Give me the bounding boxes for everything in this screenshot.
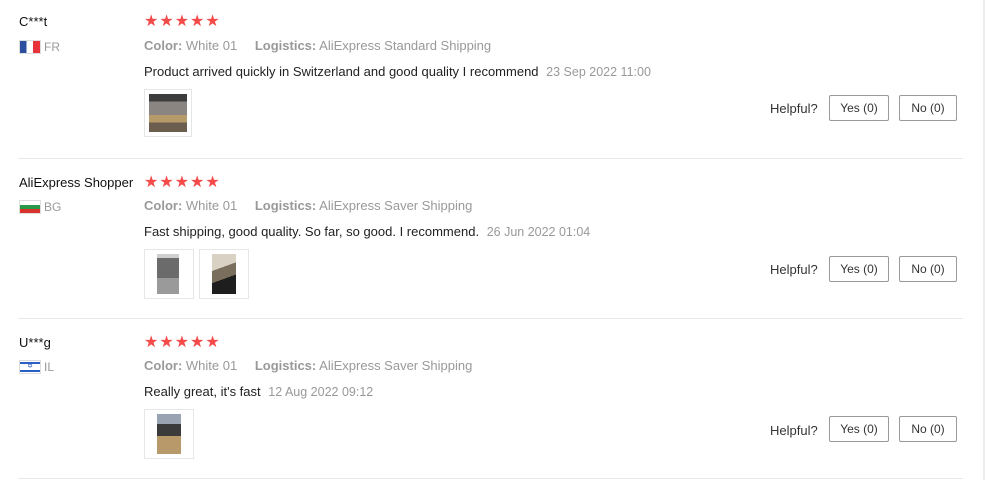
- logistics-label: Logistics:: [254, 358, 317, 373]
- reviewer-country: FR: [19, 40, 60, 54]
- logistics-label: Logistics:: [254, 38, 317, 53]
- reviewer-country: BG: [19, 200, 61, 214]
- country-code: FR: [44, 40, 60, 54]
- review-item: C***t FR ★★★★★ Color: White 01 Logistics…: [0, 0, 963, 159]
- bulgaria-flag-icon: [19, 200, 41, 214]
- helpful-yes-button[interactable]: Yes (0): [829, 416, 889, 442]
- star-rating: ★★★★★: [144, 13, 221, 30]
- review-content: Fast shipping, good quality. So far, so …: [144, 224, 480, 239]
- color-label: Color:: [144, 198, 183, 213]
- color-value: White 01: [185, 198, 238, 213]
- helpful-no-button[interactable]: No (0): [899, 95, 957, 121]
- helpful-no-button[interactable]: No (0): [899, 416, 957, 442]
- israel-flag-icon: ✡: [19, 360, 41, 374]
- country-code: IL: [44, 360, 55, 374]
- review-item: U***g ✡ IL ★★★★★ Color: White 01 Logisti…: [0, 320, 963, 479]
- reviewer-country: ✡ IL: [19, 360, 54, 374]
- helpful-label: Helpful?: [770, 262, 818, 277]
- review-content: Product arrived quickly in Switzerland a…: [144, 64, 539, 79]
- logistics-label: Logistics:: [254, 198, 317, 213]
- review-item: AliExpress Shopper BG ★★★★★ Color: White…: [0, 160, 963, 319]
- review-date: 23 Sep 2022 11:00: [546, 65, 651, 79]
- france-flag-icon: [19, 40, 41, 54]
- color-value: White 01: [185, 358, 238, 373]
- review-text: Product arrived quickly in Switzerland a…: [144, 64, 651, 79]
- review-sku-info: Color: White 01 Logistics: AliExpress Sa…: [144, 198, 472, 213]
- color-value: White 01: [185, 38, 238, 53]
- star-rating: ★★★★★: [144, 334, 221, 351]
- review-date: 26 Jun 2022 01:04: [486, 225, 591, 239]
- helpful-yes-button[interactable]: Yes (0): [829, 256, 889, 282]
- country-code: BG: [44, 200, 62, 214]
- logistics-value: AliExpress Standard Shipping: [319, 38, 492, 53]
- review-text: Really great, it's fast 12 Aug 2022 09:1…: [144, 384, 373, 399]
- logistics-value: AliExpress Saver Shipping: [319, 358, 473, 373]
- review-content: Really great, it's fast: [144, 384, 261, 399]
- review-sku-info: Color: White 01 Logistics: AliExpress Sa…: [144, 358, 472, 373]
- review-divider: [18, 478, 963, 479]
- reviewer-name: AliExpress Shopper: [19, 175, 134, 190]
- review-text: Fast shipping, good quality. So far, so …: [144, 224, 590, 239]
- helpful-label: Helpful?: [770, 101, 818, 116]
- review-divider: [18, 158, 963, 159]
- color-label: Color:: [144, 38, 183, 53]
- star-rating: ★★★★★: [144, 174, 221, 191]
- review-sku-info: Color: White 01 Logistics: AliExpress St…: [144, 38, 491, 53]
- helpful-yes-button[interactable]: Yes (0): [829, 95, 889, 121]
- helpful-no-button[interactable]: No (0): [899, 256, 957, 282]
- review-photo-thumbnail[interactable]: [144, 409, 194, 459]
- review-divider: [18, 318, 963, 319]
- reviewer-name: U***g: [19, 335, 51, 350]
- reviewer-name: C***t: [19, 14, 48, 29]
- review-photo-thumbnail[interactable]: [144, 89, 192, 137]
- logistics-value: AliExpress Saver Shipping: [319, 198, 473, 213]
- review-date: 12 Aug 2022 09:12: [268, 385, 374, 399]
- review-photo-thumbnail[interactable]: [144, 249, 194, 299]
- review-photo-thumbnail[interactable]: [199, 249, 249, 299]
- helpful-label: Helpful?: [770, 423, 818, 438]
- color-label: Color:: [144, 358, 183, 373]
